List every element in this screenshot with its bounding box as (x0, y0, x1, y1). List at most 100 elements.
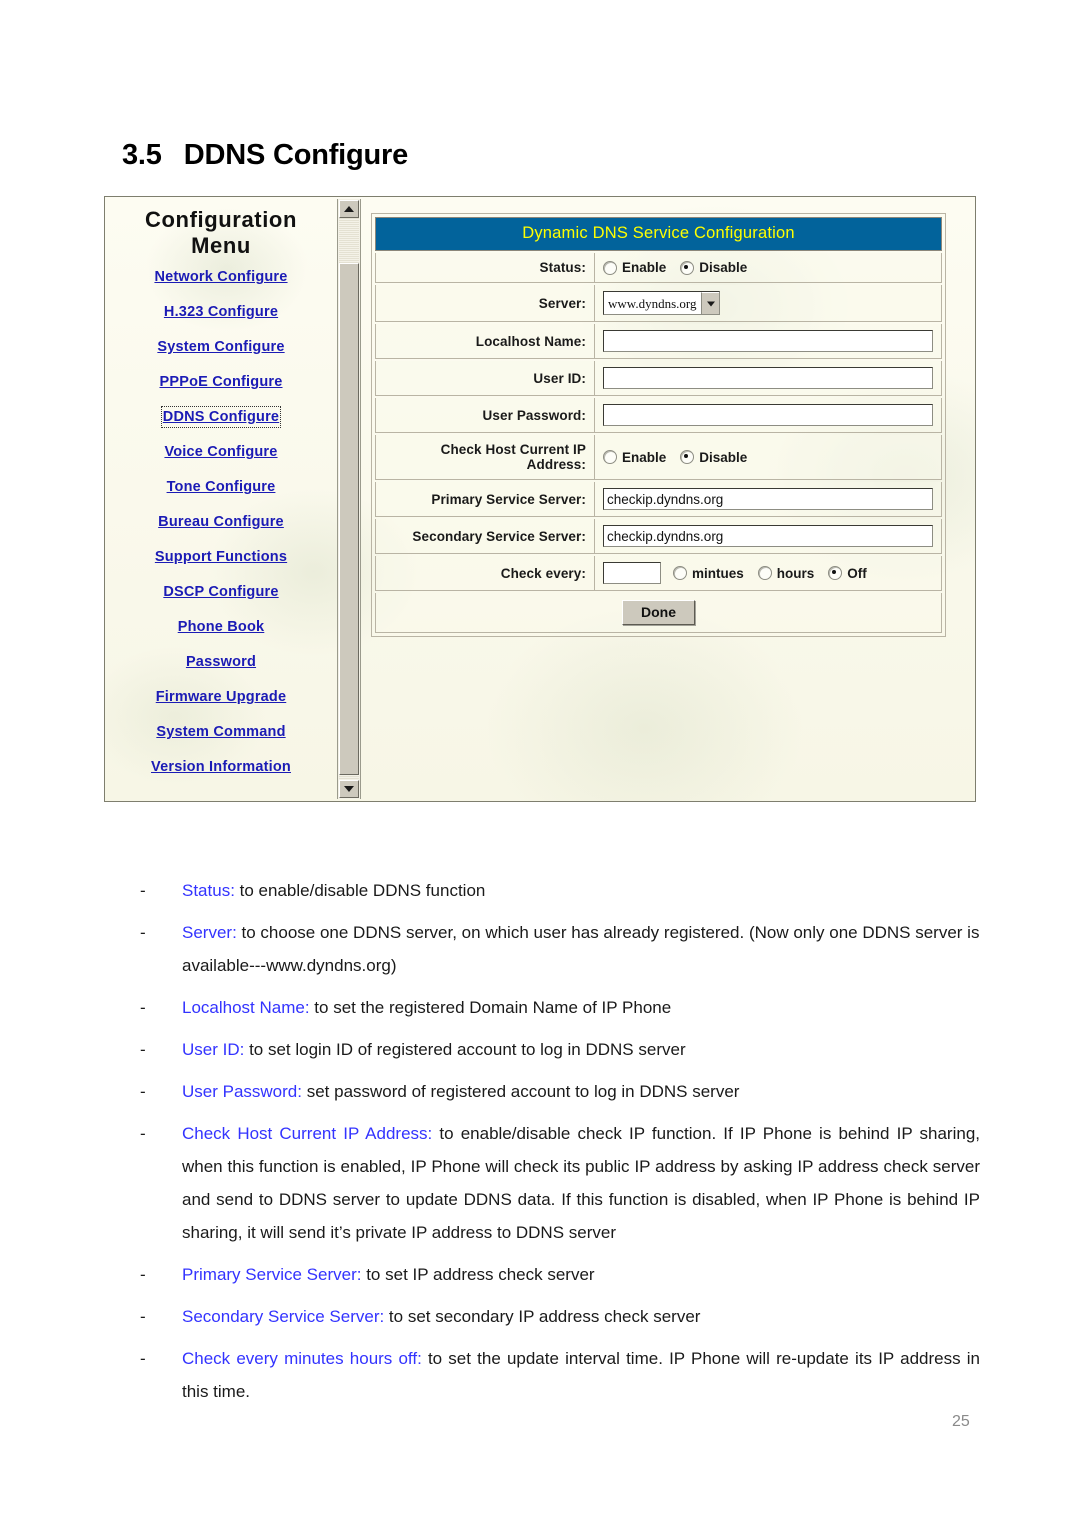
check-every-interval-input[interactable] (603, 562, 661, 584)
scroll-down-button[interactable] (339, 780, 359, 798)
done-button[interactable]: Done (622, 600, 695, 625)
list-item: - Server: to choose one DDNS server, on … (140, 916, 980, 982)
ddns-form-pane: Dynamic DNS Service Configuration Status… (361, 199, 973, 799)
scroll-up-button[interactable] (339, 200, 359, 218)
user-id-label: User ID: (376, 361, 595, 395)
description-text: User ID: to set login ID of registered a… (182, 1033, 980, 1066)
bullet-marker: - (140, 1307, 146, 1326)
menu-item-ddns-configure[interactable]: DDNS Configure (160, 406, 282, 428)
form-row-check-every: Check every: mintues hours Off (375, 556, 942, 591)
menu-item-network-configure[interactable]: Network Configure (154, 268, 287, 286)
menu-title-line2: Menu (191, 233, 251, 258)
status-field: Enable Disable (595, 253, 941, 282)
form-row-status: Status: Enable Disable (375, 253, 942, 283)
description-list: - Status: to enable/disable DDNS functio… (140, 874, 980, 1417)
description-text: Primary Service Server: to set IP addres… (182, 1258, 980, 1291)
menu-scrollbar[interactable] (337, 199, 361, 799)
radio-dot-icon (603, 260, 617, 275)
page-number: 25 (952, 1413, 970, 1430)
menu-item-dscp-configure[interactable]: DSCP Configure (163, 583, 278, 601)
description-text: User Password: set password of registere… (182, 1075, 980, 1108)
chevron-down-icon[interactable] (701, 292, 720, 314)
description-body: to set secondary IP address check server (384, 1307, 701, 1326)
status-radio-group: Enable Disable (603, 260, 757, 275)
description-body: to choose one DDNS server, on which user… (182, 923, 980, 975)
description-text: Localhost Name: to set the registered Do… (182, 991, 980, 1024)
server-select[interactable]: www.dyndns.org (603, 291, 721, 315)
check-host-ip-radio-disable[interactable]: Disable (680, 450, 747, 465)
scroll-up-arrow-icon (344, 206, 354, 212)
menu-item-firmware-upgrade[interactable]: Firmware Upgrade (156, 688, 287, 706)
description-text: Server: to choose one DDNS server, on wh… (182, 916, 980, 982)
menu-item-version-information[interactable]: Version Information (151, 758, 291, 776)
secondary-service-server-field (595, 519, 941, 553)
status-disable-label: Disable (699, 260, 748, 275)
list-item: - Status: to enable/disable DDNS functio… (140, 874, 980, 907)
menu-item-phone-book[interactable]: Phone Book (178, 618, 265, 636)
check-every-radio-minutes[interactable]: mintues (673, 566, 744, 581)
bullet-marker: - (140, 1082, 146, 1101)
bullet-marker: - (140, 998, 146, 1017)
status-radio-disable[interactable]: Disable (680, 260, 747, 275)
form-header-title: Dynamic DNS Service Configuration (375, 217, 942, 251)
menu-item-voice-configure[interactable]: Voice Configure (164, 443, 277, 461)
menu-item-system-configure[interactable]: System Configure (157, 338, 284, 356)
description-text: Check Host Current IP Address: to enable… (182, 1117, 980, 1249)
user-id-field (595, 361, 941, 395)
menu-item-support-functions[interactable]: Support Functions (155, 548, 287, 566)
description-term: User Password: (182, 1082, 302, 1101)
configuration-menu-pane: Configuration Menu Network Configure H.3… (107, 199, 335, 799)
check-host-ip-field: Enable Disable (595, 435, 941, 479)
form-row-user-id: User ID: (375, 361, 942, 396)
check-every-off-label: Off (847, 565, 867, 581)
menu-item-h323-configure[interactable]: H.323 Configure (164, 303, 278, 321)
description-body: set password of registered account to lo… (301, 1082, 740, 1101)
check-host-ip-radio-group: Enable Disable (603, 450, 757, 465)
menu-item-bureau-configure[interactable]: Bureau Configure (158, 513, 284, 531)
secondary-service-server-input[interactable] (603, 525, 933, 547)
menu-item-system-command[interactable]: System Command (156, 723, 285, 741)
check-every-radio-off[interactable]: Off (828, 566, 867, 581)
description-body: to set the registered Domain Name of IP … (309, 998, 672, 1017)
check-every-label: Check every: (376, 556, 595, 590)
description-text: Secondary Service Server: to set seconda… (182, 1300, 980, 1333)
bullet-marker: - (140, 881, 146, 900)
section-number: 3.5 (122, 139, 162, 171)
user-password-input[interactable] (603, 404, 933, 426)
list-item: - Primary Service Server: to set IP addr… (140, 1258, 980, 1291)
description-term: Check every minutes hours off: (182, 1349, 422, 1368)
section-title: DDNS Configure (183, 139, 409, 171)
localhost-name-input[interactable] (603, 330, 933, 352)
status-label: Status: (376, 253, 595, 282)
user-id-input[interactable] (603, 367, 933, 389)
server-label: Server: (376, 285, 595, 321)
menu-item-pppoe-configure[interactable]: PPPoE Configure (159, 373, 282, 391)
description-text: Status: to enable/disable DDNS function (182, 874, 980, 907)
user-password-label: User Password: (376, 398, 595, 432)
form-row-done: Done (375, 593, 942, 633)
form-row-primary-service-server: Primary Service Server: (375, 482, 942, 517)
status-radio-enable[interactable]: Enable (603, 260, 666, 275)
check-every-radio-group: mintues hours Off (673, 566, 877, 581)
server-field: www.dyndns.org (595, 285, 941, 321)
menu-item-password[interactable]: Password (186, 653, 256, 671)
user-password-field (595, 398, 941, 432)
description-body: to enable/disable DDNS function (234, 881, 486, 900)
localhost-name-label: Localhost Name: (376, 324, 595, 358)
list-item: - Localhost Name: to set the registered … (140, 991, 980, 1024)
status-enable-label: Enable (622, 260, 667, 275)
scrollbar-thumb[interactable] (339, 263, 359, 775)
radio-dot-icon (603, 450, 617, 464)
menu-item-tone-configure[interactable]: Tone Configure (167, 478, 276, 496)
check-host-ip-enable-label: Enable (622, 449, 667, 465)
menu-title: Configuration Menu (107, 207, 335, 259)
bullet-marker: - (140, 1040, 146, 1059)
primary-service-server-input[interactable] (603, 488, 933, 510)
bullet-marker: - (140, 923, 146, 942)
check-host-ip-radio-enable[interactable]: Enable (603, 450, 666, 465)
server-select-value: www.dyndns.org (608, 296, 697, 311)
secondary-service-server-label: Secondary Service Server: (376, 519, 595, 553)
check-every-radio-hours[interactable]: hours (757, 566, 814, 581)
bullet-marker: - (140, 1349, 146, 1368)
form-row-check-host-ip: Check Host Current IP Address: Enable Di… (375, 435, 942, 480)
